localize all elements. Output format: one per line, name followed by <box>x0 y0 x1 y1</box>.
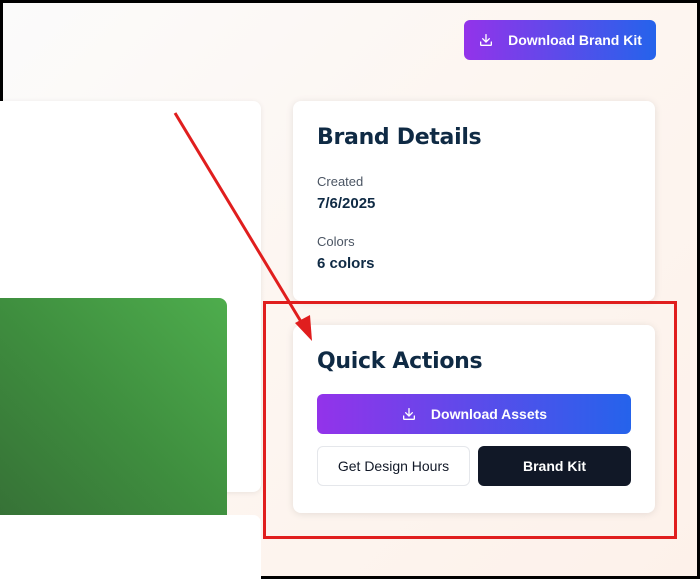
colors-label: Colors <box>317 234 355 249</box>
colors-value: 6 colors <box>317 255 375 272</box>
secondary-card <box>0 515 261 579</box>
download-brand-kit-button[interactable]: Download Brand Kit <box>464 20 656 60</box>
created-label: Created <box>317 174 364 189</box>
brand-preview-card <box>0 101 261 566</box>
download-icon <box>402 408 415 420</box>
download-brand-kit-label: Download Brand Kit <box>508 32 642 48</box>
brand-kit-button[interactable]: Brand Kit <box>478 446 631 486</box>
quick-actions-title: Quick Actions <box>317 349 483 374</box>
download-icon <box>480 34 493 46</box>
get-design-hours-button[interactable]: Get Design Hours <box>317 446 470 486</box>
download-assets-button[interactable]: Download Assets <box>317 394 631 434</box>
page: Download Brand Kit Brand Details Created… <box>0 3 697 579</box>
quick-actions-card: Quick Actions Download Assets Get Design… <box>293 325 655 513</box>
brand-details-title: Brand Details <box>317 125 482 150</box>
created-value: 7/6/2025 <box>317 195 376 212</box>
secondary-actions-row: Get Design Hours Brand Kit <box>317 446 631 486</box>
download-assets-label: Download Assets <box>430 406 548 422</box>
brand-details-card: Brand Details Created 7/6/2025 Colors 6 … <box>293 101 655 301</box>
